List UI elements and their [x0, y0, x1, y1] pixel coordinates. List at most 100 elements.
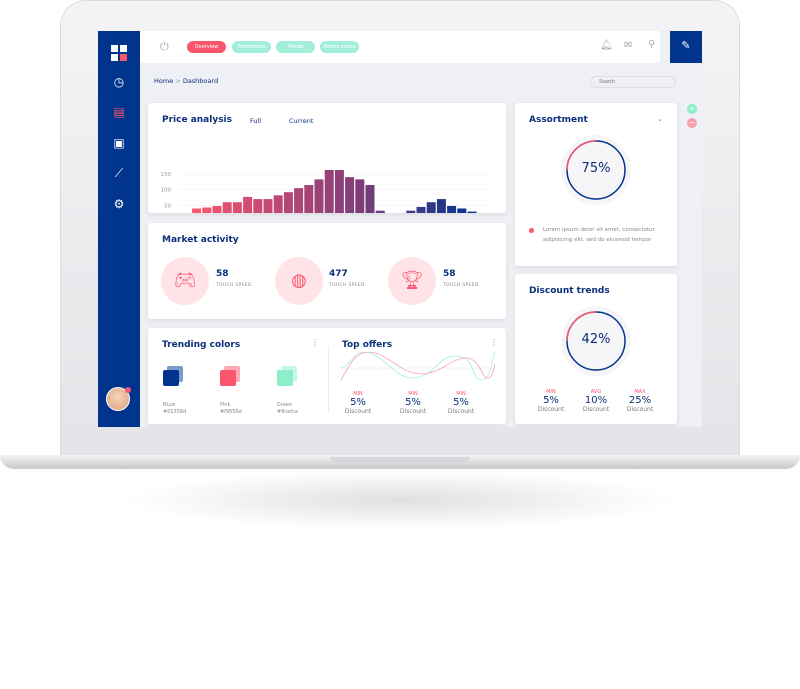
- y-tick-label: 50: [164, 203, 171, 209]
- price-bar-chart: 05010015050100150200250300350400450: [161, 169, 488, 213]
- market-value: 58: [443, 269, 456, 279]
- trending-offers-card: Trending colors ⋮ BLue #01358d Pink #f95…: [148, 328, 506, 424]
- color-name: BLue: [163, 402, 176, 408]
- search-icon[interactable]: ⚲: [648, 39, 655, 50]
- chevron-down-icon[interactable]: ⌄: [657, 115, 663, 123]
- search-input[interactable]: [590, 76, 676, 88]
- legend-dot: [529, 228, 534, 233]
- discount-trends-card: Discount trends 42% MIN 5% Discount AVG …: [515, 274, 677, 424]
- assortment-gauge: 75%: [561, 135, 631, 205]
- market-label: TOUCH SPEED: [216, 283, 252, 288]
- stat: MIN 5% Discount: [338, 391, 378, 415]
- clock-icon[interactable]: ◷: [111, 74, 127, 90]
- tab-promo-codes[interactable]: Promo codes: [320, 41, 359, 53]
- tab-overview[interactable]: Overview: [187, 41, 226, 53]
- gauge-value: 75%: [581, 161, 611, 176]
- price-bar: [416, 206, 426, 213]
- gauge-value: 42%: [581, 332, 611, 347]
- price-bar: [426, 202, 436, 213]
- trending-colors-title: Trending colors: [162, 340, 241, 350]
- power-icon[interactable]: ⏻: [160, 40, 169, 54]
- stat-value: 5%: [453, 397, 469, 408]
- market-value: 58: [216, 269, 229, 279]
- tab-trends[interactable]: Trends: [276, 41, 315, 53]
- stat-desc: Discount: [447, 408, 475, 415]
- price-bar: [314, 179, 324, 213]
- divider: [328, 346, 329, 412]
- mail-icon[interactable]: ✉: [624, 40, 632, 51]
- offers-wave-chart: [341, 352, 495, 381]
- price-bar: [375, 210, 385, 213]
- assortment-card: Assortment ⌄ 75% Lorem ipsum dolor sit a…: [515, 103, 677, 266]
- price-bar: [406, 210, 416, 213]
- price-bar: [334, 169, 344, 213]
- price-bar: [447, 205, 457, 213]
- gamepad-icon: 🎮︎: [161, 257, 209, 305]
- color-swatch[interactable]: [220, 370, 236, 386]
- color-name: Pink: [220, 402, 231, 408]
- trend-icon[interactable]: ⟋: [111, 165, 127, 181]
- price-bar: [232, 202, 242, 213]
- price-bar: [345, 177, 355, 213]
- color-swatch[interactable]: [163, 370, 179, 386]
- add-widget-button[interactable]: +: [687, 104, 697, 114]
- color-hex: #01358d: [163, 409, 187, 415]
- price-bar: [467, 211, 477, 213]
- stat: MIN 5% Discount: [393, 391, 433, 415]
- top-offers-title: Top offers: [342, 340, 393, 350]
- color-name: Green: [277, 402, 293, 408]
- price-analysis-card: Price analysis Full Current 050100150501…: [148, 103, 506, 213]
- market-activity-card: Market activity 🎮︎ 58 TOUCH SPEED ◍ 477 …: [148, 223, 506, 319]
- clipboard-icon[interactable]: ▤: [111, 104, 127, 120]
- stat-value: 5%: [543, 395, 559, 406]
- price-bar: [202, 207, 212, 213]
- gear-icon[interactable]: ⚙: [111, 196, 127, 212]
- stat-value: 5%: [405, 397, 421, 408]
- stat-desc: Discount: [399, 408, 427, 415]
- color-swatch[interactable]: [277, 370, 293, 386]
- price-bar: [457, 208, 467, 213]
- bell-icon[interactable]: 🔔︎: [600, 40, 613, 51]
- stat: MIN 5% Discount: [531, 389, 571, 413]
- stat-desc: Discount: [582, 406, 610, 413]
- price-bar: [212, 205, 222, 213]
- discount-gauge: 42%: [561, 306, 631, 376]
- stat-value: 10%: [584, 395, 608, 406]
- more-icon[interactable]: ⋮: [490, 338, 498, 347]
- card-title: Market activity: [162, 235, 239, 245]
- card-title: Discount trends: [529, 286, 610, 296]
- edit-button[interactable]: ✎: [670, 31, 702, 63]
- stat-desc: Discount: [537, 406, 565, 413]
- sidebar: ◷ ▤ ▣ ⟋ ⚙: [98, 31, 140, 427]
- stat-desc: Discount: [344, 408, 372, 415]
- basketball-icon: ◍: [275, 257, 323, 305]
- laptop-notch: [330, 457, 470, 463]
- breadcrumb: Home > Dashboard: [154, 77, 218, 85]
- logo-icon: [111, 45, 127, 61]
- breadcrumb-separator: >: [175, 77, 181, 85]
- tab-promotions[interactable]: Promotions: [232, 41, 271, 53]
- briefcase-icon[interactable]: ▣: [111, 135, 127, 151]
- more-icon[interactable]: ⋮: [311, 338, 319, 347]
- assortment-description: Lorem ipsum dolor sit amet, consectetur …: [543, 227, 655, 243]
- price-bar: [243, 196, 253, 213]
- avatar-badge: [125, 387, 131, 393]
- price-bar: [304, 185, 314, 213]
- color-hex: #f9556d: [220, 409, 242, 415]
- laptop-shadow: [120, 470, 680, 530]
- remove-widget-button[interactable]: −: [687, 118, 697, 128]
- price-bar: [355, 179, 365, 213]
- breadcrumb-current: Dashboard: [182, 77, 219, 85]
- price-bar: [283, 192, 293, 213]
- breadcrumb-home[interactable]: Home: [154, 77, 173, 85]
- stat-value: 5%: [350, 397, 366, 408]
- color-hex: #8cefca: [277, 409, 298, 415]
- market-label: TOUCH SPEED: [329, 283, 365, 288]
- screen: ◷ ▤ ▣ ⟋ ⚙ ⏻ Overview Promotions Trends P…: [98, 31, 702, 427]
- y-tick-label: 100: [161, 188, 172, 194]
- price-bar: [192, 208, 202, 213]
- price-bar: [222, 202, 232, 213]
- price-bar: [436, 199, 446, 213]
- price-bar: [365, 185, 375, 213]
- price-bar: [324, 169, 334, 213]
